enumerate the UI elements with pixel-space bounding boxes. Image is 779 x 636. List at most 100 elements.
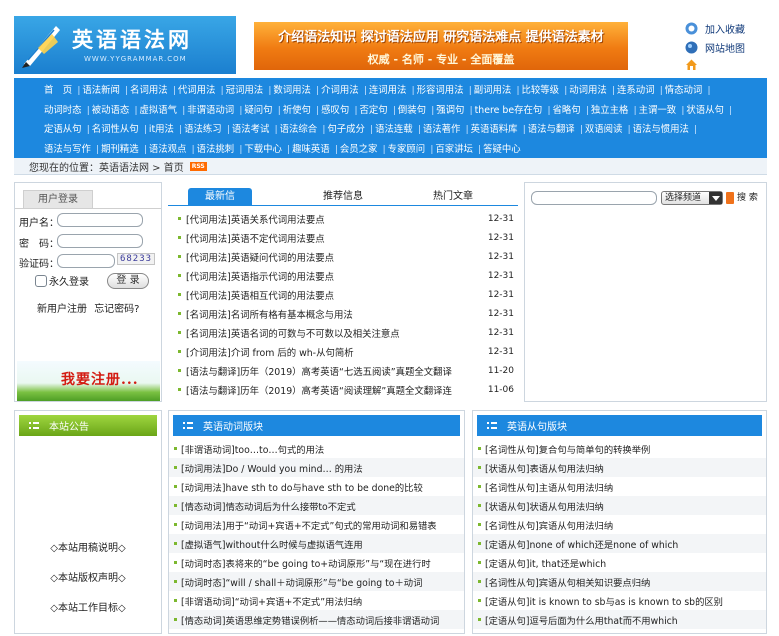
list-item-title[interactable]: [定语从句]it is known to sb与as is known to s…: [485, 594, 723, 608]
news-item[interactable]: [代词用法]英语相互代词的用法要点 12-31: [168, 285, 518, 304]
username-input[interactable]: [57, 213, 143, 227]
news-item[interactable]: [名词用法]名词所有格有基本概念与用法 12-31: [168, 304, 518, 323]
nav-link[interactable]: 连词用法: [369, 85, 407, 96]
nav-link[interactable]: there be存在句: [475, 105, 543, 116]
list-item[interactable]: [名词性从句]主语从句用法归纳: [473, 477, 766, 496]
nav-link[interactable]: 冠词用法: [226, 85, 264, 96]
register-link[interactable]: 新用户注册: [37, 304, 87, 315]
list-item-title[interactable]: [名词性从句]宾语从句用法归纳: [485, 518, 613, 532]
list-item-title[interactable]: [名词性从句]宾语从句相关知识要点归纳: [485, 575, 650, 589]
news-item-title[interactable]: [名词用法]英语名词的可数与不可数以及相关注意点: [186, 326, 474, 340]
list-item[interactable]: [情态动词]英语思维定势错误例析——情态动词后接非谓语动词: [169, 610, 464, 629]
notice-link-goals[interactable]: ◇本站工作目标◇: [15, 599, 161, 614]
nav-link[interactable]: 疑问句: [244, 105, 272, 116]
list-item[interactable]: [名词性从句]宾语从句用法归纳: [473, 515, 766, 534]
nav-link[interactable]: 答疑中心: [483, 144, 521, 155]
list-item-title[interactable]: [动词用法]用于“动词+宾语+不定式”句式的常用动词和易错表: [181, 518, 437, 532]
list-item[interactable]: [非谓语动词]too…to…句式的用法: [169, 439, 464, 458]
search-button[interactable]: 搜 索: [726, 191, 764, 205]
top-banner[interactable]: 介绍语法知识 探讨语法应用 研究语法难点 提供语法素材 权威 - 名师 - 专业…: [254, 22, 628, 70]
list-item-title[interactable]: [定语从句]逗号后面为什么用that而不用which: [485, 613, 678, 627]
nav-link[interactable]: 语法综合: [280, 124, 318, 135]
list-item[interactable]: [动词时态]表将来的“be going to+动词原形”与“现在进行时: [169, 553, 464, 572]
nav-link[interactable]: it用法: [149, 124, 174, 135]
channel-select[interactable]: 选择频道: [661, 191, 723, 205]
nav-link[interactable]: 祈使句: [283, 105, 311, 116]
password-input[interactable]: [57, 234, 143, 248]
nav-link[interactable]: 动词时态: [44, 105, 82, 116]
nav-link[interactable]: 期刊精选: [101, 144, 139, 155]
nav-link[interactable]: 语法新闻: [82, 85, 120, 96]
nav-link[interactable]: 语法观点: [149, 144, 187, 155]
nav-link[interactable]: 连系动词: [617, 85, 655, 96]
nav-link[interactable]: 独立主格: [591, 105, 629, 116]
remember-checkbox[interactable]: [35, 274, 47, 287]
list-item-title[interactable]: [状语从句]表语从句用法归纳: [485, 461, 604, 475]
nav-link[interactable]: 双语阅读: [585, 124, 623, 135]
list-item[interactable]: [定语从句]none of which还是none of which: [473, 534, 766, 553]
nav-link[interactable]: 百家讲坛: [435, 144, 473, 155]
list-item-title[interactable]: [状语从句]状语从句用法归纳: [485, 499, 604, 513]
list-item-title[interactable]: [定语从句]it, that还是which: [485, 556, 606, 570]
nav-link[interactable]: 主谓一致: [639, 105, 677, 116]
list-item[interactable]: [动词用法]Do / Would you mind… 的用法: [169, 458, 464, 477]
nav-link[interactable]: 比较等级: [522, 85, 560, 96]
list-item-title[interactable]: [情态动词]情态动词后为什么接带to不定式: [181, 499, 356, 513]
nav-link[interactable]: 句子成分: [327, 124, 365, 135]
nav-link[interactable]: 情态动词: [665, 85, 703, 96]
nav-link[interactable]: 下载中心: [244, 144, 282, 155]
news-item-title[interactable]: [代词用法]英语指示代词的用法要点: [186, 269, 474, 283]
news-item-title[interactable]: [代词用法]英语疑问代词的用法要点: [186, 250, 474, 264]
nav-link[interactable]: 语法连载: [375, 124, 413, 135]
site-logo[interactable]: 英语语法网 WWW.YYGRAMMAR.COM: [14, 16, 236, 74]
news-item[interactable]: [名词用法]英语名词的可数与不可数以及相关注意点 12-31: [168, 323, 518, 342]
remember-me[interactable]: 永久登录: [35, 273, 89, 288]
list-item[interactable]: [动词用法]用于“动词+宾语+不定式”句式的常用动词和易错表: [169, 515, 464, 534]
list-item[interactable]: [动词用法]have sth to do与have sth to be done…: [169, 477, 464, 496]
tab-latest[interactable]: 最新信: [188, 188, 252, 206]
news-item-title[interactable]: [介词用法]介词 from 后的 wh-从句简析: [186, 345, 474, 359]
nav-link[interactable]: 英语语料库: [471, 124, 518, 135]
list-item[interactable]: [定语从句]it, that还是which: [473, 553, 766, 572]
news-item[interactable]: [语法与翻译]历年（2019）高考英语“阅读理解”真题全文翻译连 11-06: [168, 380, 518, 399]
nav-link[interactable]: 语法与写作: [44, 144, 91, 155]
list-item-title[interactable]: [动词用法]have sth to do与have sth to be done…: [181, 480, 423, 494]
news-item[interactable]: [介词用法]介词 from 后的 wh-从句简析 12-31: [168, 342, 518, 361]
news-item[interactable]: [代词用法]英语疑问代词的用法要点 12-31: [168, 247, 518, 266]
nav-link[interactable]: 介词用法: [321, 85, 359, 96]
nav-link[interactable]: 名词性从句: [92, 124, 139, 135]
news-item[interactable]: [代词用法]英语指示代词的用法要点 12-31: [168, 266, 518, 285]
nav-link[interactable]: 感叹句: [321, 105, 349, 116]
list-item[interactable]: [情态动词]情态动词后为什么接带to不定式: [169, 496, 464, 515]
list-item[interactable]: [虚拟语气]without什么时候与虚拟语气连用: [169, 534, 464, 553]
news-item-title[interactable]: [代词用法]英语关系代词用法要点: [186, 212, 474, 226]
notice-link-submission[interactable]: ◇本站用稿说明◇: [15, 539, 161, 554]
tab-recommended[interactable]: 推荐信息: [308, 188, 378, 206]
list-item-title[interactable]: [非谓语动词]“动词+宾语+不定式”用法归纳: [181, 594, 362, 608]
nav-link[interactable]: 定语从句: [44, 124, 82, 135]
nav-link[interactable]: 省略句: [553, 105, 581, 116]
breadcrumb-path[interactable]: 英语语法网 > 首页: [99, 159, 184, 174]
nav-link[interactable]: 数词用法: [273, 85, 311, 96]
news-item-title[interactable]: [代词用法]英语不定代词用法要点: [186, 231, 474, 245]
home-link[interactable]: [685, 56, 775, 72]
nav-link[interactable]: 否定句: [360, 105, 388, 116]
news-item-title[interactable]: [名词用法]名词所有格有基本概念与用法: [186, 307, 474, 321]
nav-link[interactable]: 专家顾问: [388, 144, 426, 155]
nav-link[interactable]: 非谓语动词: [187, 105, 234, 116]
list-item-title[interactable]: [名词性从句]复合句与简单句的转换举例: [485, 442, 650, 456]
search-input[interactable]: [531, 191, 657, 205]
list-item[interactable]: [非谓语动词]“动词+宾语+不定式”用法归纳: [169, 591, 464, 610]
list-item[interactable]: [定语从句]it is known to sb与as is known to s…: [473, 591, 766, 610]
nav-link[interactable]: 代词用法: [178, 85, 216, 96]
nav-link[interactable]: 趣味英语: [292, 144, 330, 155]
nav-link[interactable]: 语法与惯用法: [633, 124, 689, 135]
rss-badge[interactable]: RSS: [189, 161, 207, 171]
add-favorite-link[interactable]: 加入收藏: [685, 20, 775, 36]
news-item[interactable]: [代词用法]英语不定代词用法要点 12-31: [168, 228, 518, 247]
notice-link-copyright[interactable]: ◇本站版权声明◇: [15, 569, 161, 584]
nav-link[interactable]: 动词用法: [569, 85, 607, 96]
nav-link[interactable]: 会员之家: [340, 144, 378, 155]
list-item[interactable]: [名词性从句]复合句与简单句的转换举例: [473, 439, 766, 458]
nav-link[interactable]: 状语从句: [686, 105, 724, 116]
